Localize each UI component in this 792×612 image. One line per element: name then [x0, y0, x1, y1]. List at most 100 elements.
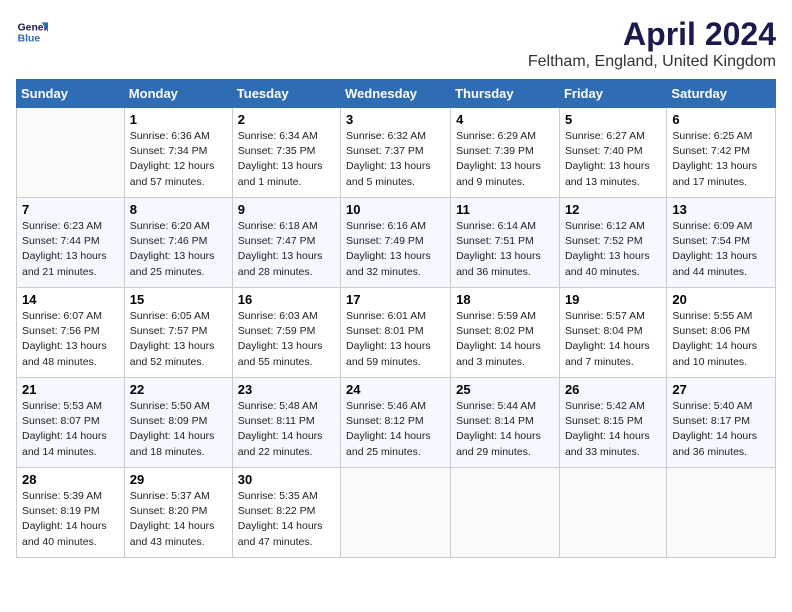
day-number: 22: [130, 382, 227, 397]
calendar-cell: 13 Sunrise: 6:09 AMSunset: 7:54 PMDayligh…: [667, 198, 776, 288]
day-number: 13: [672, 202, 770, 217]
calendar-table: Sunday Monday Tuesday Wednesday Thursday…: [16, 79, 776, 558]
day-info: Sunrise: 6:27 AMSunset: 7:40 PMDaylight:…: [565, 129, 661, 190]
col-monday: Monday: [124, 80, 232, 108]
calendar-cell: 19Sunrise: 5:57 AMSunset: 8:04 PMDayligh…: [559, 288, 666, 378]
calendar-cell: 20 Sunrise: 5:55 AMSunset: 8:06 PMDayligh…: [667, 288, 776, 378]
day-info: Sunrise: 5:44 AMSunset: 8:14 PMDaylight:…: [456, 399, 554, 460]
day-number: 25: [456, 382, 554, 397]
calendar-cell: 2Sunrise: 6:34 AMSunset: 7:35 PMDaylight…: [232, 108, 340, 198]
page-header: General Blue April 2024 Feltham, England…: [16, 16, 776, 71]
day-number: 12: [565, 202, 661, 217]
day-number: 11: [456, 202, 554, 217]
calendar-cell: [341, 468, 451, 558]
calendar-week-1: 1 Sunrise: 6:36 AMSunset: 7:34 PMDaylight…: [17, 108, 776, 198]
day-info: Sunrise: 6:12 AMSunset: 7:52 PMDaylight:…: [565, 219, 661, 280]
day-number: 10: [346, 202, 445, 217]
day-info: Sunrise: 6:09 AMSunset: 7:54 PMDaylight:…: [672, 219, 770, 280]
day-info: Sunrise: 5:35 AMSunset: 8:22 PMDaylight:…: [238, 489, 335, 550]
day-number: 7: [22, 202, 119, 217]
calendar-cell: [559, 468, 666, 558]
calendar-cell: 3Sunrise: 6:32 AMSunset: 7:37 PMDaylight…: [341, 108, 451, 198]
day-number: 5: [565, 112, 661, 127]
calendar-cell: [667, 468, 776, 558]
calendar-header: Sunday Monday Tuesday Wednesday Thursday…: [17, 80, 776, 108]
day-number: 9: [238, 202, 335, 217]
day-number: 18: [456, 292, 554, 307]
calendar-cell: 7 Sunrise: 6:23 AMSunset: 7:44 PMDaylight…: [17, 198, 125, 288]
day-info: Sunrise: 5:39 AMSunset: 8:19 PMDaylight:…: [22, 489, 119, 550]
calendar-cell: 16Sunrise: 6:03 AMSunset: 7:59 PMDayligh…: [232, 288, 340, 378]
calendar-week-2: 7 Sunrise: 6:23 AMSunset: 7:44 PMDaylight…: [17, 198, 776, 288]
day-info: Sunrise: 5:50 AMSunset: 8:09 PMDaylight:…: [130, 399, 227, 460]
calendar-week-3: 14Sunrise: 6:07 AMSunset: 7:56 PMDayligh…: [17, 288, 776, 378]
logo: General Blue: [16, 16, 48, 48]
svg-text:Blue: Blue: [18, 34, 41, 45]
col-sunday: Sunday: [17, 80, 125, 108]
day-info: Sunrise: 6:23 AMSunset: 7:44 PMDaylight:…: [22, 219, 119, 280]
calendar-cell: 17 Sunrise: 6:01 AMSunset: 8:01 PMDayligh…: [341, 288, 451, 378]
calendar-cell: 26 Sunrise: 5:42 AMSunset: 8:15 PMDayligh…: [559, 378, 666, 468]
day-info: Sunrise: 5:53 AMSunset: 8:07 PMDaylight:…: [22, 399, 119, 460]
day-info: Sunrise: 6:25 AMSunset: 7:42 PMDaylight:…: [672, 129, 770, 190]
calendar-cell: 6 Sunrise: 6:25 AMSunset: 7:42 PMDaylight…: [667, 108, 776, 198]
day-info: Sunrise: 5:55 AMSunset: 8:06 PMDaylight:…: [672, 309, 770, 370]
day-info: Sunrise: 6:36 AMSunset: 7:34 PMDaylight:…: [130, 129, 227, 190]
day-number: 21: [22, 382, 119, 397]
day-info: Sunrise: 5:42 AMSunset: 8:15 PMDaylight:…: [565, 399, 661, 460]
col-tuesday: Tuesday: [232, 80, 340, 108]
calendar-cell: 27Sunrise: 5:40 AMSunset: 8:17 PMDayligh…: [667, 378, 776, 468]
calendar-cell: 23 Sunrise: 5:48 AMSunset: 8:11 PMDayligh…: [232, 378, 340, 468]
day-info: Sunrise: 6:29 AMSunset: 7:39 PMDaylight:…: [456, 129, 554, 190]
day-number: 23: [238, 382, 335, 397]
calendar-cell: 1 Sunrise: 6:36 AMSunset: 7:34 PMDaylight…: [124, 108, 232, 198]
day-info: Sunrise: 6:03 AMSunset: 7:59 PMDaylight:…: [238, 309, 335, 370]
day-info: Sunrise: 5:46 AMSunset: 8:12 PMDaylight:…: [346, 399, 445, 460]
calendar-cell: 30 Sunrise: 5:35 AMSunset: 8:22 PMDayligh…: [232, 468, 340, 558]
title-area: April 2024 Feltham, England, United King…: [528, 16, 776, 71]
calendar-cell: 25 Sunrise: 5:44 AMSunset: 8:14 PMDayligh…: [451, 378, 560, 468]
day-number: 26: [565, 382, 661, 397]
calendar-cell: 22 Sunrise: 5:50 AMSunset: 8:09 PMDayligh…: [124, 378, 232, 468]
day-number: 17: [346, 292, 445, 307]
calendar-cell: 4Sunrise: 6:29 AMSunset: 7:39 PMDaylight…: [451, 108, 560, 198]
calendar-cell: 14Sunrise: 6:07 AMSunset: 7:56 PMDayligh…: [17, 288, 125, 378]
calendar-subtitle: Feltham, England, United Kingdom: [528, 53, 776, 71]
col-saturday: Saturday: [667, 80, 776, 108]
weekday-row: Sunday Monday Tuesday Wednesday Thursday…: [17, 80, 776, 108]
day-number: 3: [346, 112, 445, 127]
day-info: Sunrise: 6:20 AMSunset: 7:46 PMDaylight:…: [130, 219, 227, 280]
col-thursday: Thursday: [451, 80, 560, 108]
calendar-cell: 9Sunrise: 6:18 AMSunset: 7:47 PMDaylight…: [232, 198, 340, 288]
day-number: 30: [238, 472, 335, 487]
col-friday: Friday: [559, 80, 666, 108]
calendar-week-5: 28 Sunrise: 5:39 AMSunset: 8:19 PMDayligh…: [17, 468, 776, 558]
calendar-cell: 18 Sunrise: 5:59 AMSunset: 8:02 PMDayligh…: [451, 288, 560, 378]
calendar-body: 1 Sunrise: 6:36 AMSunset: 7:34 PMDaylight…: [17, 108, 776, 558]
day-number: 2: [238, 112, 335, 127]
day-info: Sunrise: 5:37 AMSunset: 8:20 PMDaylight:…: [130, 489, 227, 550]
day-number: 8: [130, 202, 227, 217]
logo-icon: General Blue: [16, 16, 48, 48]
calendar-cell: 28 Sunrise: 5:39 AMSunset: 8:19 PMDayligh…: [17, 468, 125, 558]
day-number: 1: [130, 112, 227, 127]
day-info: Sunrise: 5:48 AMSunset: 8:11 PMDaylight:…: [238, 399, 335, 460]
calendar-title: April 2024: [528, 16, 776, 53]
day-number: 14: [22, 292, 119, 307]
day-number: 28: [22, 472, 119, 487]
calendar-cell: 11 Sunrise: 6:14 AMSunset: 7:51 PMDayligh…: [451, 198, 560, 288]
calendar-week-4: 21 Sunrise: 5:53 AMSunset: 8:07 PMDayligh…: [17, 378, 776, 468]
day-number: 20: [672, 292, 770, 307]
day-number: 15: [130, 292, 227, 307]
day-info: Sunrise: 6:01 AMSunset: 8:01 PMDaylight:…: [346, 309, 445, 370]
day-number: 27: [672, 382, 770, 397]
calendar-cell: 10Sunrise: 6:16 AMSunset: 7:49 PMDayligh…: [341, 198, 451, 288]
day-info: Sunrise: 6:14 AMSunset: 7:51 PMDaylight:…: [456, 219, 554, 280]
calendar-cell: 5 Sunrise: 6:27 AMSunset: 7:40 PMDaylight…: [559, 108, 666, 198]
calendar-cell: 12 Sunrise: 6:12 AMSunset: 7:52 PMDayligh…: [559, 198, 666, 288]
day-info: Sunrise: 6:05 AMSunset: 7:57 PMDaylight:…: [130, 309, 227, 370]
day-info: Sunrise: 5:59 AMSunset: 8:02 PMDaylight:…: [456, 309, 554, 370]
day-number: 24: [346, 382, 445, 397]
day-number: 6: [672, 112, 770, 127]
calendar-cell: 8 Sunrise: 6:20 AMSunset: 7:46 PMDaylight…: [124, 198, 232, 288]
